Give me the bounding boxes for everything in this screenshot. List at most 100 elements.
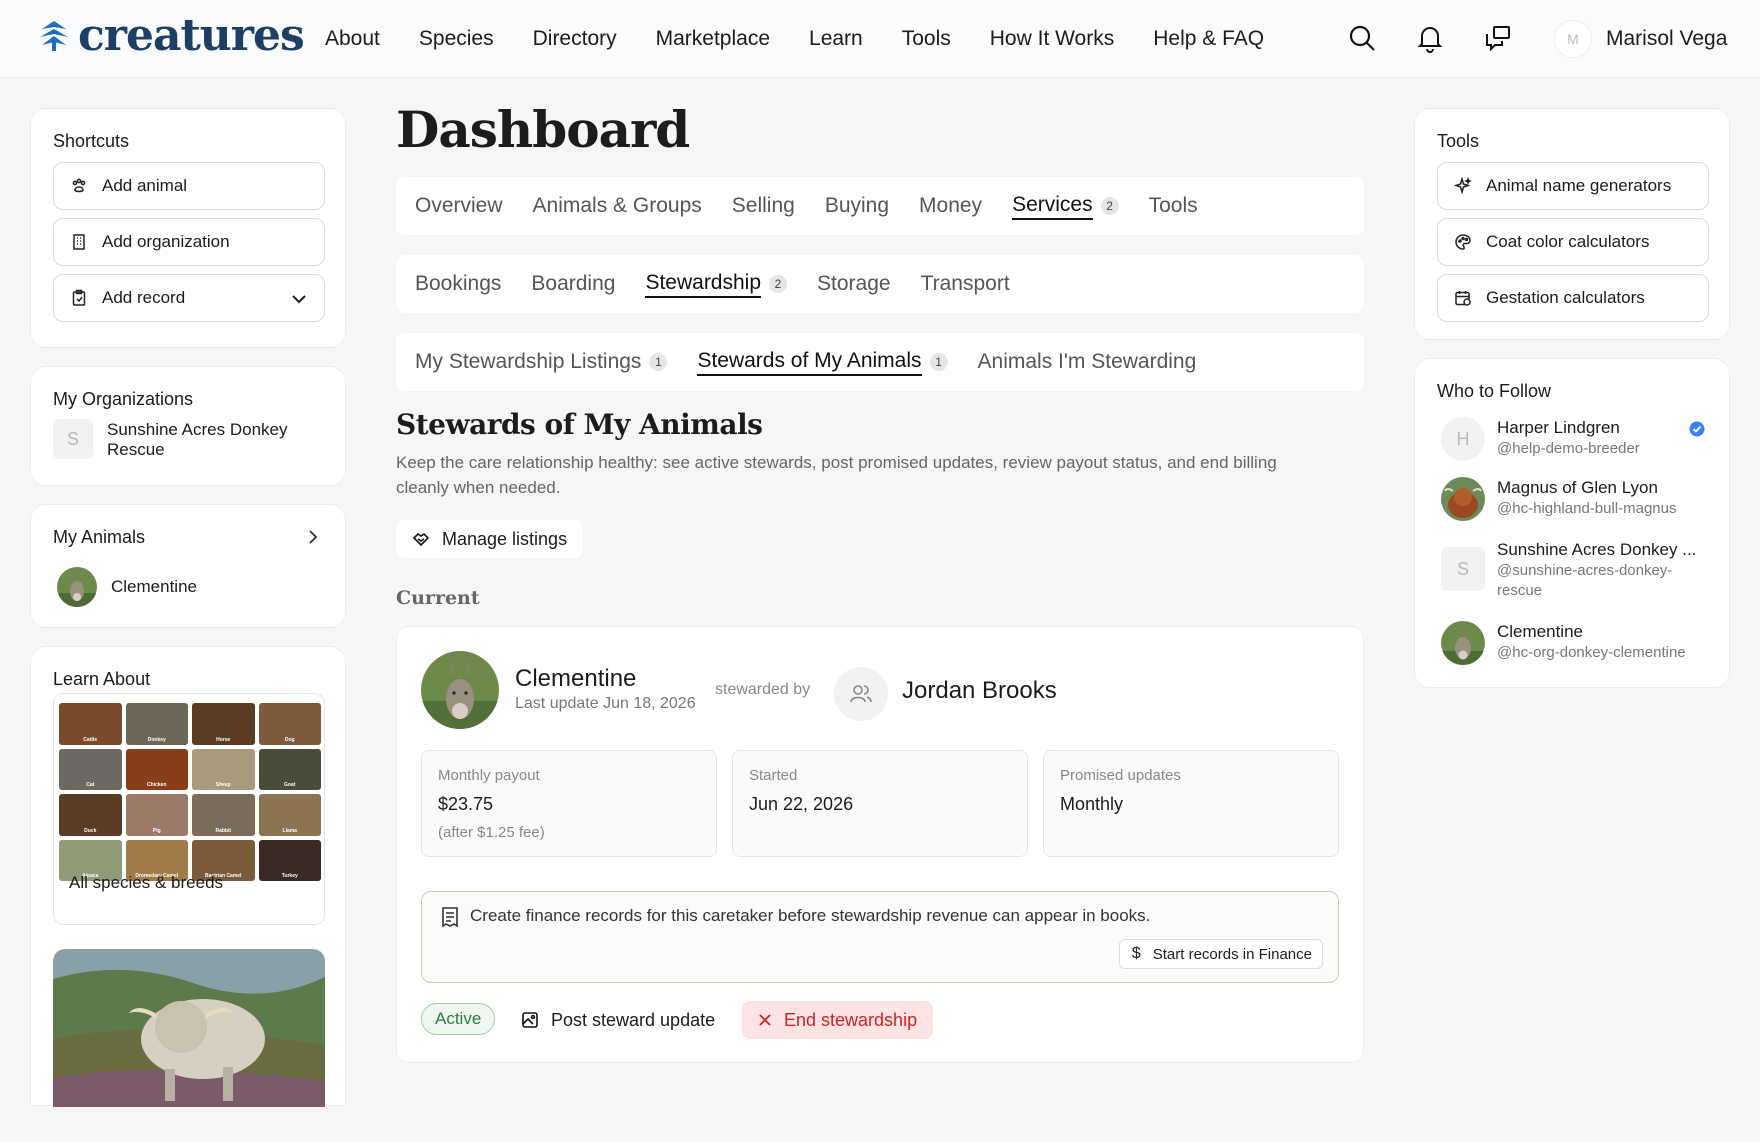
nav-help-faq[interactable]: Help & FAQ: [1153, 27, 1264, 51]
shortcuts-card: Shortcuts Add animal Add organization Ad…: [30, 108, 346, 348]
tab-selling[interactable]: Selling: [732, 194, 795, 218]
tool-label: Gestation calculators: [1486, 288, 1645, 307]
tab-buying[interactable]: Buying: [825, 194, 889, 218]
tab-storage[interactable]: Storage: [817, 272, 891, 296]
verified-icon: [1689, 421, 1705, 437]
section-title: Stewards of My Animals: [396, 408, 763, 441]
species-cell[interactable]: Rabbit: [192, 794, 255, 836]
gestation-button[interactable]: Gestation calculators: [1437, 274, 1709, 322]
stat-monthly-payout: Monthly payout $23.75 (after $1.25 fee): [421, 750, 717, 857]
nav-about[interactable]: About: [325, 27, 380, 51]
follow-item[interactable]: H Harper Lindgren @help-demo-breeder: [1441, 417, 1640, 461]
end-stewardship-button[interactable]: End stewardship: [742, 1001, 934, 1039]
species-cell[interactable]: Chicken: [125, 748, 188, 790]
tab-animals-groups[interactable]: Animals & Groups: [533, 194, 702, 218]
species-cell[interactable]: Dog: [258, 703, 321, 745]
tab-animals-im-stewarding[interactable]: Animals I'm Stewarding: [978, 350, 1197, 374]
species-cell[interactable]: Cattle: [59, 703, 122, 745]
nav-tools[interactable]: Tools: [902, 27, 951, 51]
follow-handle: @hc-org-donkey-clementine: [1497, 644, 1686, 661]
follow-avatar: S: [1441, 547, 1485, 591]
search-icon[interactable]: [1346, 22, 1378, 54]
tab-tools[interactable]: Tools: [1149, 194, 1198, 218]
stat-value: Jun 22, 2026: [749, 794, 854, 814]
tab-stewards-of-my-animals[interactable]: Stewards of My Animals 1: [697, 349, 948, 376]
organization-avatar: S: [53, 419, 93, 459]
follow-item[interactable]: Clementine @hc-org-donkey-clementine: [1441, 621, 1686, 665]
logo-icon: [40, 21, 68, 51]
secondary-tabs: Bookings Boarding Stewardship 2 Storage T…: [396, 255, 1364, 313]
tab-services[interactable]: Services 2: [1012, 193, 1119, 220]
stewarded-animal-name[interactable]: Clementine: [515, 665, 636, 693]
tab-overview[interactable]: Overview: [415, 194, 503, 218]
species-cell[interactable]: Sheep: [192, 748, 255, 790]
start-records-button[interactable]: $ Start records in Finance: [1118, 939, 1323, 969]
stat-label: Promised updates: [1060, 767, 1181, 784]
stewarded-by-label: stewarded by: [715, 681, 811, 698]
main-nav: About Species Directory Marketplace Lear…: [325, 0, 1303, 78]
user-menu[interactable]: M Marisol Vega: [1554, 20, 1727, 58]
manage-listings-label: Manage listings: [442, 528, 568, 549]
species-cell[interactable]: Duck: [59, 794, 122, 836]
follow-item[interactable]: Magnus of Glen Lyon @hc-highland-bull-ma…: [1441, 477, 1677, 521]
chevron-down-icon[interactable]: [290, 290, 308, 308]
organization-item[interactable]: S Sunshine Acres Donkey Rescue: [53, 419, 307, 460]
add-organization-button[interactable]: Add organization: [53, 218, 325, 266]
steward-name[interactable]: Jordan Brooks: [902, 677, 1057, 705]
nav-how-it-works[interactable]: How It Works: [990, 27, 1114, 51]
follow-card: Who to Follow H Harper Lindgren @help-de…: [1414, 358, 1730, 688]
brand-logo[interactable]: creatures: [38, 10, 305, 62]
nav-directory[interactable]: Directory: [533, 27, 617, 51]
coat-color-button[interactable]: Coat color calculators: [1437, 218, 1709, 266]
tab-boarding[interactable]: Boarding: [531, 272, 615, 296]
post-update-button[interactable]: Post steward update: [521, 1003, 715, 1037]
follow-item[interactable]: S Sunshine Acres Donkey ... @sunshine-ac…: [1441, 539, 1707, 601]
nav-learn[interactable]: Learn: [809, 27, 863, 51]
animal-photo: [421, 651, 499, 729]
nav-marketplace[interactable]: Marketplace: [656, 27, 770, 51]
add-record-label: Add record: [102, 288, 186, 307]
close-icon: [759, 1014, 771, 1026]
tool-label: Animal name generators: [1486, 176, 1672, 195]
species-cell[interactable]: Horse: [192, 703, 255, 745]
bell-icon[interactable]: [1414, 22, 1446, 54]
calendar-icon: [1455, 291, 1471, 306]
follow-avatar: [1441, 477, 1485, 521]
messages-icon[interactable]: [1482, 22, 1514, 54]
donkey-avatar: [57, 567, 97, 607]
species-cell[interactable]: Pig: [125, 794, 188, 836]
add-animal-button[interactable]: Add animal: [53, 162, 325, 210]
palette-icon: [1455, 234, 1471, 250]
tab-badge: 1: [649, 353, 668, 371]
add-record-button[interactable]: Add record: [53, 274, 325, 322]
tab-transport[interactable]: Transport: [921, 272, 1010, 296]
tab-my-stewardship-listings[interactable]: My Stewardship Listings 1: [415, 350, 668, 374]
species-cell[interactable]: Goat: [258, 748, 321, 790]
all-species-link[interactable]: All species & breeds: [69, 873, 223, 893]
learn-title: Learn About: [53, 669, 151, 689]
species-cell[interactable]: Turkey: [258, 839, 321, 881]
chevron-right-icon[interactable]: [305, 529, 321, 545]
follow-handle: @help-demo-breeder: [1497, 440, 1640, 457]
end-stewardship-label: End stewardship: [784, 1009, 918, 1030]
users-icon: [850, 685, 872, 703]
nav-species[interactable]: Species: [419, 27, 494, 51]
section-description: Keep the care relationship healthy: see …: [396, 453, 1277, 497]
species-cell[interactable]: Cat: [59, 748, 122, 790]
animal-item[interactable]: Clementine: [57, 567, 197, 607]
highland-cow-image: [53, 949, 325, 1107]
status-badge: Active: [421, 1003, 496, 1035]
stat-label: Started: [749, 767, 798, 784]
tab-money[interactable]: Money: [919, 194, 982, 218]
manage-listings-button[interactable]: Manage listings: [396, 520, 584, 558]
follow-title: Who to Follow: [1437, 381, 1552, 401]
organization-name: Sunshine Acres Donkey Rescue: [107, 420, 288, 459]
name-generators-button[interactable]: Animal name generators: [1437, 162, 1709, 210]
stat-promised-updates: Promised updates Monthly: [1043, 750, 1339, 857]
follow-name: Sunshine Acres Donkey ...: [1497, 540, 1697, 559]
tab-stewardship[interactable]: Stewardship 2: [645, 271, 788, 298]
species-cell[interactable]: Donkey: [125, 703, 188, 745]
tab-bookings[interactable]: Bookings: [415, 272, 501, 296]
species-cell[interactable]: Llama: [258, 794, 321, 836]
learn-card: Learn About Cattle Donkey Horse Dog Cat …: [30, 646, 346, 1107]
